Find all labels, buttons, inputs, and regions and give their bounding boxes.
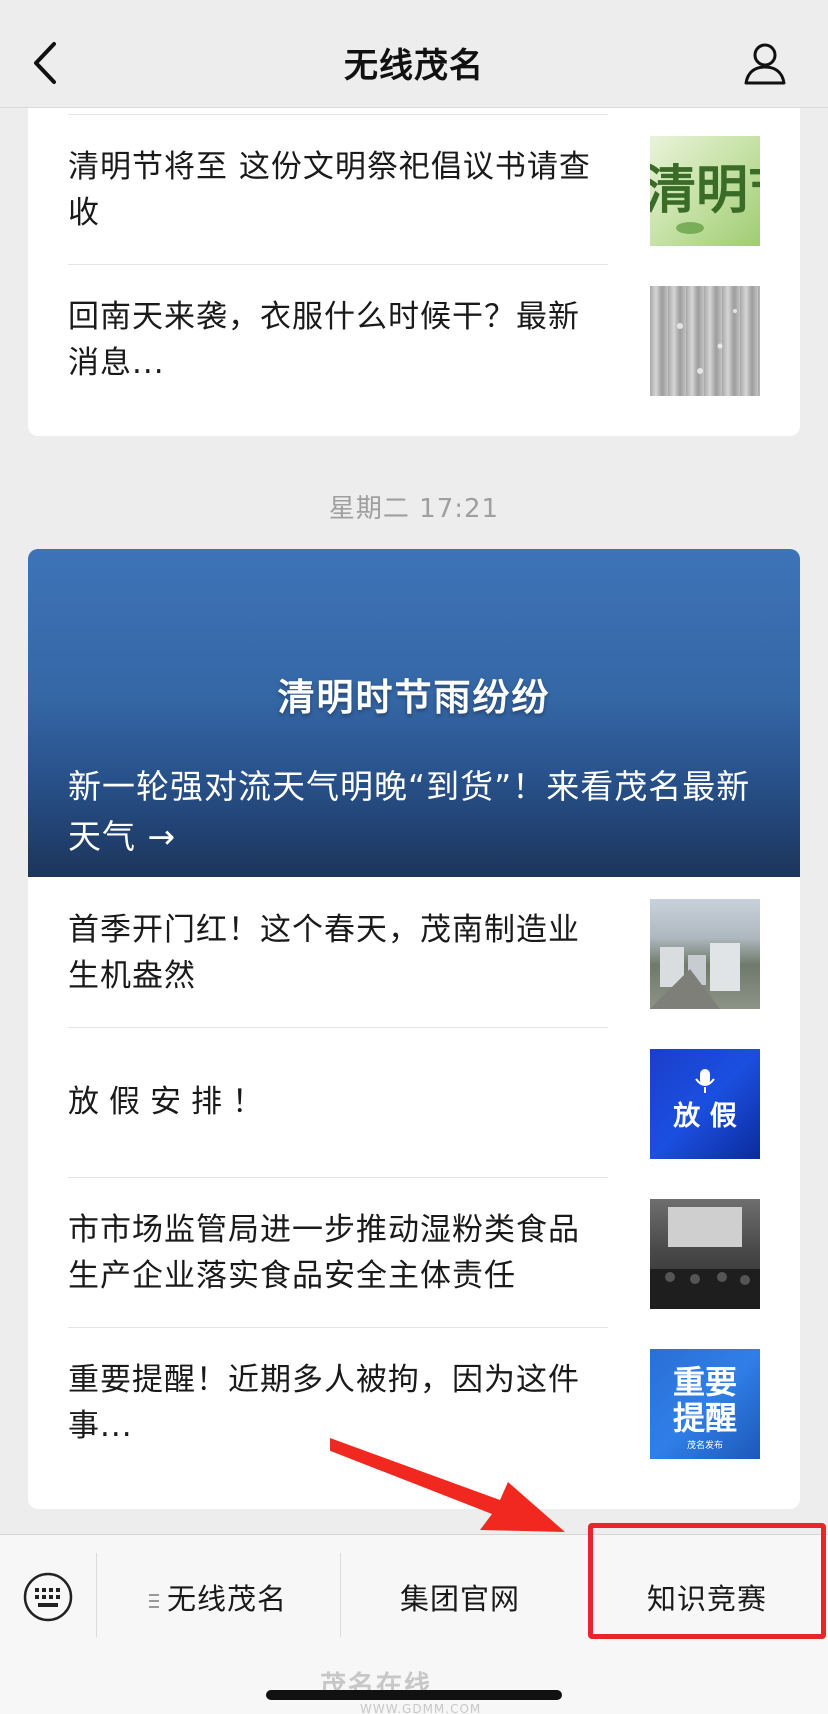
article-title: 清明节将至 这份文明祭祀倡议书请查收 (68, 149, 591, 231)
menu-item-wireless-maoming[interactable]: 无线茂名 (96, 1559, 340, 1639)
article-thumbnail (650, 286, 760, 396)
article-item[interactable]: 市市场监管局进一步推动湿粉类食品生产企业落实食品安全主体责任 (68, 1177, 760, 1327)
menu-item-group-website[interactable]: 集团官网 (340, 1559, 580, 1639)
svg-text:提醒: 提醒 (673, 1399, 737, 1437)
article-thumbnail: 重要 提醒 茂名发布 (650, 1349, 760, 1459)
svg-text:放 假: 放 假 (672, 1100, 736, 1132)
article-title: 放假安排！ (68, 1084, 273, 1120)
article-item[interactable]: 清明节将至 这份文明祭祀倡议书请查收 清明节 (68, 114, 760, 264)
svg-text:重要: 重要 (673, 1363, 737, 1401)
timestamp: 星期二 17:21 (328, 494, 500, 524)
article-thumbnail: 清明节 (650, 136, 760, 246)
red-arrow-annotation (330, 1438, 565, 1532)
article-title: 市市场监管局进一步推动湿粉类食品生产企业落实食品安全主体责任 (68, 1212, 580, 1294)
submenu-icon (148, 1594, 159, 1608)
svg-text:茂名发布: 茂名发布 (687, 1439, 723, 1451)
divider (68, 1327, 608, 1328)
article-thumbnail (650, 1199, 760, 1309)
featured-article-title: 新一轮强对流天气明晚“到货”！来看茂名最新天气 → (68, 767, 751, 856)
nav-header: 无线茂名 (0, 0, 828, 108)
article-item[interactable]: 回南天来袭，衣服什么时候干？最新消息... (68, 264, 760, 414)
article-card-group: 清明节将至 这份文明祭祀倡议书请查收 清明节 回南天来袭，衣服什么时候干？最新消… (28, 100, 800, 436)
red-highlight-box (588, 1523, 826, 1639)
svg-text:清明节: 清明节 (650, 161, 760, 221)
profile-icon[interactable] (742, 40, 788, 86)
article-card-group: 清明时节雨纷纷 新一轮强对流天气明晚“到货”！来看茂名最新天气 → 首季开门红！… (28, 549, 800, 1509)
article-thumbnail (650, 899, 760, 1009)
article-thumbnail: 放 假 (650, 1049, 760, 1159)
banner-overlay-title: 清明时节雨纷纷 (277, 676, 551, 719)
page-title: 无线茂名 (344, 46, 484, 86)
home-indicator[interactable] (266, 1690, 562, 1700)
divider (68, 1027, 608, 1028)
article-item[interactable]: 放假安排！ 放 假 (68, 1027, 760, 1177)
menu-item-label: 无线茂名 (166, 1582, 287, 1616)
divider (68, 1177, 608, 1178)
watermark-url: WWW.GDMM.COM (360, 1702, 482, 1714)
featured-article-banner[interactable]: 清明时节雨纷纷 新一轮强对流天气明晚“到货”！来看茂名最新天气 → (28, 549, 800, 877)
divider (68, 264, 608, 265)
keyboard-icon[interactable] (22, 1571, 74, 1623)
menu-item-label: 集团官网 (399, 1582, 520, 1616)
article-title: 回南天来袭，衣服什么时候干？最新消息... (68, 299, 580, 381)
article-title: 首季开门红！这个春天，茂南制造业生机盎然 (68, 912, 580, 994)
article-item[interactable]: 首季开门红！这个春天，茂南制造业生机盎然 (68, 877, 760, 1027)
divider (68, 114, 608, 115)
